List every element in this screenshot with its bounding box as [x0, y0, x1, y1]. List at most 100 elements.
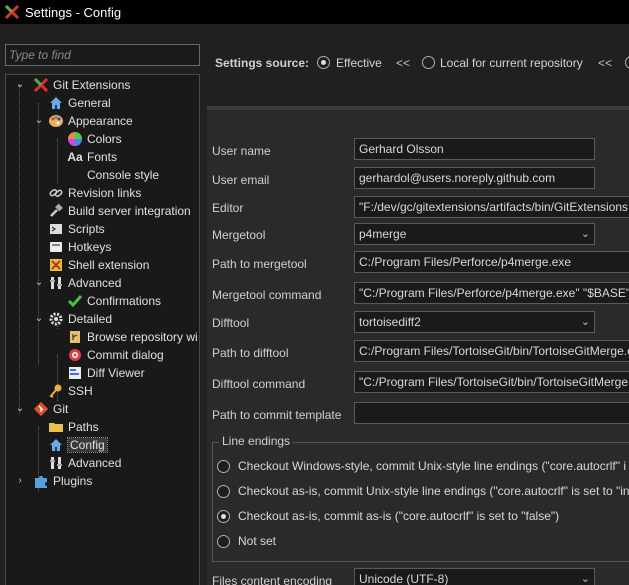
tree-item-label: SSH: [68, 384, 93, 398]
diff-icon: [67, 365, 83, 381]
option-label: Checkout as-is, commit Unix-style line e…: [238, 484, 629, 498]
tree-item-shell-extension[interactable]: Shell extension: [48, 256, 149, 274]
tree-item-general[interactable]: General: [48, 94, 111, 112]
tree-item-ssh[interactable]: SSH: [48, 382, 93, 400]
tree-item-config[interactable]: Config: [48, 436, 108, 454]
line-endings-option-2[interactable]: Checkout as-is, commit Unix-style line e…: [217, 484, 629, 498]
palette-icon: [48, 113, 64, 129]
chevron-down-icon: ⌄: [580, 228, 590, 240]
tree-item-label: Revision links: [68, 186, 142, 200]
line-endings-option-3[interactable]: Checkout as-is, commit as-is ("core.auto…: [217, 509, 559, 523]
settings-source-bar: Settings source: Effective << Local for …: [207, 48, 629, 78]
difftool-command-label: Difftool command: [212, 377, 306, 391]
option-label: Checkout Windows-style, commit Unix-styl…: [238, 459, 626, 473]
line-endings-option-1[interactable]: Checkout Windows-style, commit Unix-styl…: [217, 459, 626, 473]
search-input[interactable]: [5, 44, 200, 66]
path-difftool-field[interactable]: C:/Program Files/TortoiseGit/bin/Tortois…: [354, 340, 629, 362]
commit-template-field[interactable]: [354, 402, 629, 424]
tree-item-advanced[interactable]: Advanced: [48, 274, 121, 292]
chevron-down-icon[interactable]: ⌄: [34, 278, 44, 288]
editor-label: Editor: [212, 201, 244, 215]
home-icon: [48, 437, 64, 453]
tree-item-label: Plugins: [53, 474, 93, 488]
tree-item-label: Git: [53, 402, 69, 416]
tree-item-hotkeys[interactable]: Hotkeys: [48, 238, 111, 256]
radio-button[interactable]: [217, 534, 230, 548]
tree-item-label: Config: [67, 437, 108, 453]
tree-item-label: Advanced: [68, 276, 122, 290]
tree-item-commit-dialog[interactable]: Commit dialog: [67, 346, 164, 364]
config-panel: Settings source: Effective << Local for …: [207, 48, 629, 585]
tree-item-git-advanced[interactable]: Advanced: [48, 454, 121, 472]
encoding-label: Files content encoding: [212, 574, 333, 585]
tree-item-label: Advanced: [68, 456, 122, 470]
settings-form: User name Gerhard Olsson User email gerh…: [207, 106, 629, 585]
tree-item-label: Appearance: [68, 114, 133, 128]
tree-item-fonts[interactable]: Aa Fonts: [67, 148, 117, 166]
path-mergetool-field[interactable]: C:/Program Files/Perforce/p4merge.exe: [354, 251, 629, 273]
tree-item-plugins[interactable]: Plugins: [33, 472, 92, 490]
editor-field[interactable]: "F:/dev/gc/gitextensions/artifacts/bin/G…: [354, 196, 629, 218]
radio-button[interactable]: [217, 484, 230, 498]
line-endings-group: Line endings Checkout Windows-style, com…: [212, 434, 629, 562]
scripts-icon: [48, 221, 64, 237]
encoding-select[interactable]: Unicode (UTF-8) ⌄: [354, 568, 595, 585]
radio-button[interactable]: [217, 459, 230, 473]
difftool-select[interactable]: tortoisediff2 ⌄: [354, 311, 595, 333]
tree-item-paths[interactable]: Paths: [48, 418, 99, 436]
tree-item-confirmations[interactable]: Confirmations: [67, 292, 161, 310]
user-email-field[interactable]: gerhardol@users.noreply.github.com: [354, 167, 595, 189]
tree-item-colors[interactable]: Colors: [67, 130, 122, 148]
chevron-right-icon[interactable]: ›: [15, 476, 25, 486]
tree-item-label: Hotkeys: [68, 240, 112, 254]
radio-button[interactable]: [217, 509, 230, 523]
chevron-down-icon: ⌄: [580, 573, 590, 585]
local-label[interactable]: Local for current repository: [440, 56, 583, 70]
tree-item-console-style[interactable]: Console style: [67, 166, 159, 184]
tree-item-detailed[interactable]: Detailed: [48, 310, 112, 328]
git-extensions-icon: [33, 77, 49, 93]
title-bar: Settings - Config: [0, 0, 629, 24]
tree-item-diff-viewer[interactable]: Diff Viewer: [67, 364, 145, 382]
key-icon: [48, 383, 64, 399]
tree-item-browse-repository[interactable]: Browse repository wi: [67, 328, 198, 346]
effective-radio[interactable]: [317, 56, 330, 69]
folder-icon: [48, 419, 64, 435]
copy-arrows: <<: [396, 56, 411, 70]
gear-icon: [48, 311, 64, 327]
hotkeys-icon: [48, 239, 64, 255]
tree-item-git[interactable]: Git: [33, 400, 68, 418]
tree-item-build-server[interactable]: Build server integration: [48, 202, 191, 220]
mergetool-select[interactable]: p4merge ⌄: [354, 223, 595, 245]
color-wheel-icon: [67, 131, 83, 147]
fonts-icon: Aa: [67, 150, 83, 164]
path-mergetool-label: Path to mergetool: [212, 257, 307, 271]
local-radio[interactable]: [422, 56, 435, 69]
shell-icon: [48, 257, 64, 273]
tree-item-label: Commit dialog: [87, 348, 164, 362]
mergetool-command-field[interactable]: "C:/Program Files/Perforce/p4merge.exe" …: [354, 282, 629, 304]
tree-item-label: Paths: [68, 420, 99, 434]
tree-item-appearance[interactable]: Appearance: [48, 112, 133, 130]
chevron-down-icon: ⌄: [580, 316, 590, 328]
difftool-command-field[interactable]: "C:/Program Files/TortoiseGit/bin/Tortoi…: [354, 371, 629, 393]
chevron-down-icon[interactable]: ⌄: [34, 116, 44, 126]
line-endings-option-4[interactable]: Not set: [217, 534, 276, 548]
tree-item-scripts[interactable]: Scripts: [48, 220, 105, 238]
user-name-field[interactable]: Gerhard Olsson: [354, 138, 595, 160]
global-radio[interactable]: [625, 56, 629, 69]
settings-tree[interactable]: ⌄ Git Extensions General ⌄ Appearance Co…: [5, 74, 200, 585]
settings-window: ⌄ Git Extensions General ⌄ Appearance Co…: [0, 24, 629, 585]
chevron-down-icon[interactable]: ⌄: [15, 80, 25, 90]
mergetool-command-label: Mergetool command: [212, 288, 322, 302]
effective-label[interactable]: Effective: [336, 56, 382, 70]
chevron-down-icon[interactable]: ⌄: [34, 314, 44, 324]
git-icon: [33, 401, 49, 417]
puzzle-icon: [33, 473, 49, 489]
tree-item-git-extensions[interactable]: Git Extensions: [33, 76, 130, 94]
mergetool-label: Mergetool: [212, 228, 266, 242]
tree-item-label: Browse repository wi: [87, 330, 198, 344]
tree-item-label: Detailed: [68, 312, 113, 326]
chevron-down-icon[interactable]: ⌄: [15, 404, 25, 414]
tree-item-revision-links[interactable]: Revision links: [48, 184, 141, 202]
